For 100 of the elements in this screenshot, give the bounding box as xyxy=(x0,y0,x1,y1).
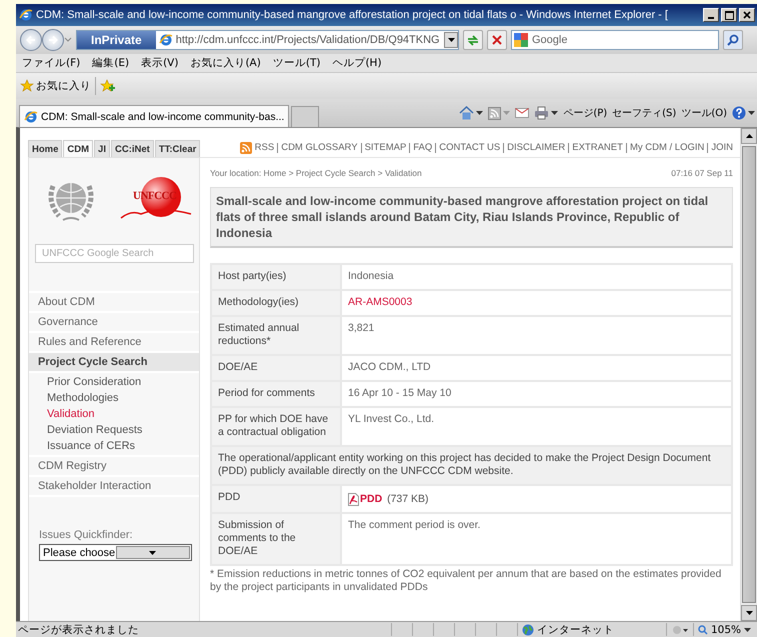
maximize-icon xyxy=(724,10,734,20)
window-title: CDM: Small-scale and low-income community-based mangrove afforestation project on tidal flats o - Windows Internet Explorer - [ xyxy=(36,9,669,21)
command-menu[interactable]: ページ(P) xyxy=(563,106,608,120)
caret-icon[interactable] xyxy=(448,38,454,42)
site-tab[interactable]: Home xyxy=(28,140,62,157)
menu-item[interactable]: 表示(V) xyxy=(141,56,178,70)
field-value: Indonesia xyxy=(348,270,394,282)
quickfinder-select[interactable]: Please choose xyxy=(39,544,192,561)
stop-button[interactable] xyxy=(487,30,507,50)
nav-item[interactable]: Stakeholder Interaction xyxy=(29,477,199,497)
search-field[interactable]: Google xyxy=(511,30,719,50)
menu-item[interactable]: お気に入り(A) xyxy=(190,56,261,70)
site-tab[interactable]: CDM xyxy=(63,140,94,157)
security-icon[interactable] xyxy=(670,624,689,636)
breadcrumb: Your location: Home > Project Cycle Search > Validation xyxy=(210,168,422,178)
site-tab[interactable]: JI xyxy=(94,140,110,157)
subnav-item[interactable]: Deviation Requests xyxy=(29,422,199,438)
field-value: JACO CDM., LTD xyxy=(348,361,431,373)
nav-item[interactable]: CDM Registry xyxy=(29,457,199,477)
subnav-item[interactable]: Issuance of CERs xyxy=(29,438,199,454)
search-engine-icon xyxy=(514,33,528,47)
inprivate-badge: InPrivate xyxy=(77,31,156,49)
header-link[interactable]: DISCLAIMER xyxy=(503,143,568,153)
header-link[interactable]: SITEMAP xyxy=(360,143,410,153)
header-link[interactable]: RSS xyxy=(252,143,278,153)
command-menu[interactable]: ツール(O) xyxy=(681,106,727,120)
close-button[interactable] xyxy=(739,8,755,22)
nav-item[interactable]: About CDM xyxy=(29,293,199,313)
feed-icon[interactable] xyxy=(488,106,502,120)
search-icon xyxy=(727,34,739,46)
pdd-link[interactable]: PDD xyxy=(360,493,382,506)
caret-icon[interactable] xyxy=(748,111,755,115)
print-icon[interactable] xyxy=(534,106,550,120)
field-value: 16 Apr 10 - 15 May 10 xyxy=(348,387,452,399)
file-size: (737 KB) xyxy=(387,493,429,506)
command-menu[interactable]: セーフティ(S) xyxy=(612,106,676,120)
status-text: ページが表示されました xyxy=(17,622,140,636)
header-link[interactable]: JOIN xyxy=(707,143,736,153)
field-label: Estimated annual reductions* xyxy=(218,322,300,347)
help-icon[interactable] xyxy=(732,106,746,120)
nav-item[interactable]: Project Cycle Search xyxy=(29,353,199,373)
stop-icon xyxy=(492,35,502,45)
nav-item[interactable]: Governance xyxy=(29,313,199,333)
header-link[interactable]: FAQ xyxy=(409,143,436,153)
site-tab[interactable]: TT:Clear xyxy=(154,140,200,157)
page-logo-icon xyxy=(24,110,38,124)
field-value: The comment period is over. xyxy=(348,519,480,531)
project-title: Small-scale and low-income community-based mangrove afforestation project on tidal flats of three small islands around Batam City, Riau Islands Province, Republic of Indonesia xyxy=(210,187,733,248)
zone-text: インターネット xyxy=(536,622,614,636)
menu-item[interactable]: ツール(T) xyxy=(272,56,320,70)
scroll-up-icon[interactable] xyxy=(746,134,752,138)
timestamp: 07:16 07 Sep 11 xyxy=(671,168,733,178)
zoom-level[interactable]: 105% xyxy=(710,624,741,636)
subnav-item[interactable]: Methodologies xyxy=(29,390,199,406)
menu-item[interactable]: ヘルプ(H) xyxy=(332,56,382,70)
scrollbar[interactable] xyxy=(740,128,757,621)
back-arrow-icon xyxy=(25,34,37,46)
site-tab[interactable]: CC:iNet xyxy=(110,140,154,157)
field-label: Host party(ies) xyxy=(218,270,286,282)
menu-item[interactable]: ファイル(F) xyxy=(22,56,80,70)
menu-item[interactable]: 編集(E) xyxy=(92,56,130,70)
footnote: * Emission reductions in metric tonnes of CO2 equivalent per annum that are based on the estimates provided by the project participants in unvalidated PDDs xyxy=(210,568,722,593)
maximize-button[interactable] xyxy=(721,8,737,22)
subnav-item[interactable]: Validation xyxy=(29,406,199,422)
scroll-down-icon[interactable] xyxy=(746,611,752,615)
header-link[interactable]: CDM GLOSSARY xyxy=(277,143,361,153)
field-label: Period for comments xyxy=(218,387,315,399)
caret-icon[interactable] xyxy=(744,628,751,632)
caret-icon[interactable] xyxy=(476,111,484,115)
zoom-icon[interactable] xyxy=(698,624,708,634)
close-icon xyxy=(743,11,751,19)
add-favorite-icon[interactable] xyxy=(100,79,116,93)
globe-icon xyxy=(522,624,534,636)
caret-icon[interactable] xyxy=(149,550,156,554)
refresh-button[interactable] xyxy=(463,30,483,50)
search-button[interactable] xyxy=(723,30,743,50)
back-button[interactable] xyxy=(20,29,42,51)
header-link[interactable]: EXTRANET xyxy=(568,143,626,153)
field-label: Methodology(ies) xyxy=(218,296,299,308)
field-label: PDD xyxy=(218,491,240,503)
dropdown-button[interactable] xyxy=(444,32,458,48)
header-link[interactable]: My CDM / LOGIN xyxy=(626,143,708,153)
home-icon[interactable] xyxy=(459,106,474,120)
page-logo-icon xyxy=(158,33,173,47)
caret-icon[interactable] xyxy=(551,111,558,115)
refresh-icon xyxy=(466,34,480,46)
field-label: Submission of comments to the DOE/AE xyxy=(218,519,296,557)
header-link[interactable]: CONTACT US xyxy=(435,143,504,153)
favorites-button[interactable]: お気に入り xyxy=(20,77,96,95)
methodology-link[interactable]: AR-AMS0003 xyxy=(348,296,412,308)
search-field[interactable]: UNFCCC Google Search xyxy=(35,244,194,263)
field-label: PP for which DOE have a contractual obligation xyxy=(218,413,328,438)
forward-button[interactable] xyxy=(42,29,64,51)
mail-icon[interactable] xyxy=(515,108,530,118)
subnav-item[interactable]: Prior Consideration xyxy=(29,374,199,390)
field-value: 3,821 xyxy=(348,322,374,334)
field-label: DOE/AE xyxy=(218,361,258,373)
browser-tab[interactable]: CDM: Small-scale and low-income community-bas... xyxy=(19,105,290,127)
minimize-button[interactable] xyxy=(703,8,719,22)
address-field[interactable]: InPrivate http://cdm.unfccc.int/Projects/Validation/DB/Q94TKNG xyxy=(76,30,459,50)
